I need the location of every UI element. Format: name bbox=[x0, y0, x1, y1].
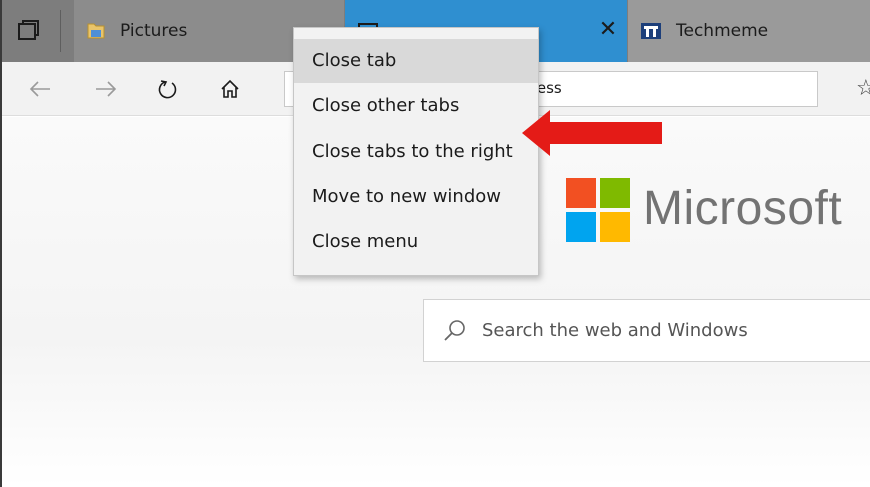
tab-divider bbox=[60, 10, 61, 52]
tab-techmeme[interactable]: Techmeme bbox=[628, 0, 870, 62]
microsoft-logo-icon bbox=[566, 178, 630, 242]
home-button[interactable] bbox=[212, 72, 248, 106]
search-placeholder: Search the web and Windows bbox=[482, 320, 748, 341]
web-search-box[interactable]: Search the web and Windows bbox=[423, 299, 870, 362]
menu-item-move-new-window[interactable]: Move to new window bbox=[294, 175, 538, 219]
refresh-button[interactable] bbox=[150, 72, 186, 106]
tab-label: Pictures bbox=[120, 21, 188, 41]
logo-red-square bbox=[566, 178, 596, 208]
forward-arrow-icon bbox=[96, 81, 117, 97]
back-button[interactable] bbox=[22, 72, 58, 106]
forward-button[interactable] bbox=[88, 72, 124, 106]
back-arrow-icon bbox=[29, 81, 50, 97]
refresh-icon bbox=[158, 80, 177, 99]
logo-yellow-square bbox=[600, 212, 630, 242]
logo-blue-square bbox=[566, 212, 596, 242]
menu-item-close-menu[interactable]: Close menu bbox=[294, 220, 538, 264]
favorite-star-icon[interactable]: ☆ bbox=[856, 72, 870, 106]
tab-preview-icon bbox=[18, 20, 39, 40]
techmeme-icon bbox=[641, 23, 661, 39]
folder-icon bbox=[87, 23, 105, 39]
tab-label: Techmeme bbox=[676, 21, 769, 41]
red-arrow-icon bbox=[522, 110, 662, 156]
close-tab-icon[interactable]: ✕ bbox=[595, 17, 621, 43]
menu-item-close-tabs-right[interactable]: Close tabs to the right bbox=[294, 130, 538, 174]
tab-preview-button[interactable] bbox=[16, 18, 42, 44]
logo-green-square bbox=[600, 178, 630, 208]
tab-context-menu: Close tab Close other tabs Close tabs to… bbox=[293, 27, 539, 276]
microsoft-wordmark: Microsoft bbox=[643, 182, 843, 235]
menu-item-close-other-tabs[interactable]: Close other tabs bbox=[294, 84, 538, 128]
menu-item-close-tab[interactable]: Close tab bbox=[294, 39, 538, 83]
home-icon bbox=[221, 79, 239, 98]
search-icon bbox=[444, 320, 465, 341]
browser-window: Pictures ✕ Techmeme ress Microsoft Searc… bbox=[0, 0, 870, 487]
